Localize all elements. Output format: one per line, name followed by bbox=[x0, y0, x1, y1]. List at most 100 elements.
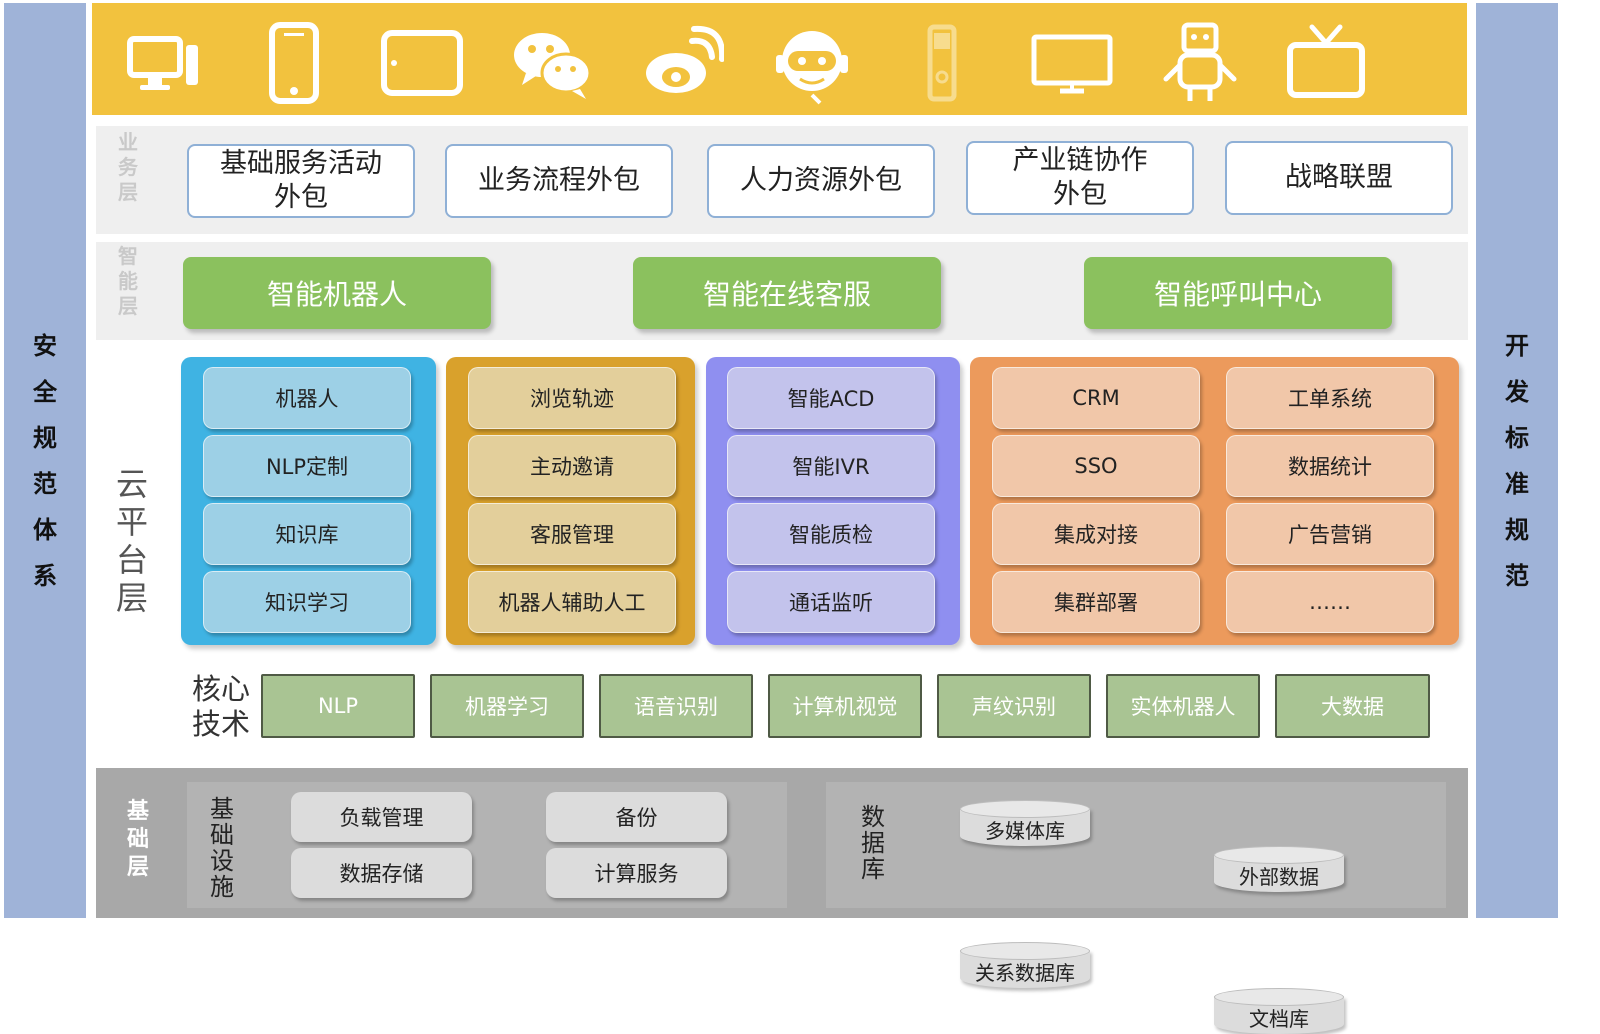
core-tech-label-line: 技术 bbox=[192, 707, 251, 741]
capability-item[interactable]: 智能质检 bbox=[727, 503, 935, 565]
smart-layer-char: 智 bbox=[118, 244, 138, 268]
infrastructure-char: 础 bbox=[210, 821, 234, 849]
infrastructure-char: 施 bbox=[210, 873, 234, 901]
infrastructure-item[interactable]: 数据存储 bbox=[291, 848, 472, 898]
cloud-layer-char: 平 bbox=[115, 503, 148, 541]
database-item-label: 文档库 bbox=[1249, 1006, 1309, 1031]
development-standards-char: 开 bbox=[1505, 331, 1529, 360]
desktop-computer-icon bbox=[122, 21, 206, 105]
base-layer-char: 层 bbox=[126, 855, 149, 880]
business-item[interactable]: 基础服务活动 外包 bbox=[187, 144, 415, 218]
weibo-icon bbox=[640, 21, 726, 105]
database-char: 数 bbox=[861, 803, 885, 831]
robot-capability-panel: 机器人 NLP定制 知识库 知识学习 bbox=[181, 357, 436, 645]
core-tech-item[interactable]: 大数据 bbox=[1275, 674, 1430, 738]
security-standards-char: 全 bbox=[33, 377, 57, 406]
business-item[interactable]: 业务流程外包 bbox=[445, 144, 673, 218]
business-item[interactable]: 产业链协作 外包 bbox=[966, 141, 1194, 215]
capability-item[interactable]: NLP定制 bbox=[203, 435, 411, 497]
tv-monitor-icon bbox=[1030, 21, 1114, 105]
capability-item[interactable]: 工单系统 bbox=[1226, 367, 1434, 429]
infrastructure-label: 基 础 设 施 bbox=[205, 796, 239, 900]
development-standards-char: 准 bbox=[1505, 469, 1529, 498]
capability-item[interactable]: 广告营销 bbox=[1226, 503, 1434, 565]
mobile-phone-icon bbox=[252, 21, 336, 105]
development-standards-char: 标 bbox=[1505, 423, 1529, 452]
core-tech-label-line: 核心 bbox=[192, 672, 251, 706]
development-standards-label: 开 发 标 准 规 范 bbox=[1505, 323, 1529, 599]
wechat-icon bbox=[510, 21, 594, 105]
database-cylinder[interactable]: 多媒体库 bbox=[960, 800, 1090, 846]
robot-icon bbox=[1158, 21, 1242, 105]
business-layer-char: 层 bbox=[118, 180, 138, 204]
smart-robot-box[interactable]: 智能机器人 bbox=[183, 257, 491, 329]
security-standards-char: 安 bbox=[33, 331, 57, 360]
capability-item[interactable]: 主动邀请 bbox=[468, 435, 676, 497]
capability-item[interactable]: 数据统计 bbox=[1226, 435, 1434, 497]
database-group bbox=[826, 782, 1446, 908]
smart-call-center-box[interactable]: 智能呼叫中心 bbox=[1084, 257, 1392, 329]
development-standards-char: 范 bbox=[1505, 561, 1529, 590]
database-item-label: 关系数据库 bbox=[975, 960, 1075, 985]
core-tech-item[interactable]: 实体机器人 bbox=[1106, 674, 1260, 738]
security-standards-bar: 安 全 规 范 体 系 bbox=[4, 3, 86, 918]
capability-item[interactable]: 通话监听 bbox=[727, 571, 935, 633]
base-layer-label: 基 础 层 bbox=[120, 798, 156, 888]
core-tech-item[interactable]: 语音识别 bbox=[599, 674, 753, 738]
platform-services-panel: CRM 工单系统 SSO 数据统计 集成对接 广告营销 集群部署 …… bbox=[970, 357, 1459, 645]
development-standards-char: 规 bbox=[1505, 515, 1529, 544]
database-label: 数 据 库 bbox=[856, 804, 890, 888]
tablet-icon bbox=[380, 21, 464, 105]
call-center-capability-panel: 智能ACD 智能IVR 智能质检 通话监听 bbox=[706, 357, 960, 645]
capability-item[interactable]: 知识库 bbox=[203, 503, 411, 565]
business-item[interactable]: 人力资源外包 bbox=[707, 144, 935, 218]
database-item-label: 多媒体库 bbox=[985, 818, 1065, 843]
smart-layer-label: 智 能 层 bbox=[110, 244, 146, 334]
feature-phone-icon bbox=[900, 21, 984, 105]
capability-item[interactable]: 智能ACD bbox=[727, 367, 935, 429]
security-standards-char: 体 bbox=[33, 515, 57, 544]
base-layer-char: 基 bbox=[126, 799, 149, 824]
infrastructure-item[interactable]: 备份 bbox=[546, 792, 727, 842]
infrastructure-item[interactable]: 负载管理 bbox=[291, 792, 472, 842]
smart-layer-char: 层 bbox=[118, 294, 138, 318]
capability-item[interactable]: 机器人 bbox=[203, 367, 411, 429]
capability-item[interactable]: CRM bbox=[992, 367, 1200, 429]
security-standards-char: 系 bbox=[33, 561, 57, 590]
core-tech-label: 核心 技术 bbox=[192, 672, 256, 744]
capability-item[interactable]: 知识学习 bbox=[203, 571, 411, 633]
capability-item[interactable]: …… bbox=[1226, 571, 1434, 633]
development-standards-bar: 开 发 标 准 规 范 bbox=[1476, 3, 1558, 918]
core-tech-item[interactable]: 声纹识别 bbox=[937, 674, 1091, 738]
core-tech-item[interactable]: 机器学习 bbox=[430, 674, 584, 738]
smart-online-service-box[interactable]: 智能在线客服 bbox=[633, 257, 941, 329]
business-item[interactable]: 战略联盟 bbox=[1225, 141, 1453, 215]
business-layer-char: 务 bbox=[118, 155, 138, 179]
capability-item[interactable]: 机器人辅助人工 bbox=[468, 571, 676, 633]
security-standards-char: 范 bbox=[33, 469, 57, 498]
cloud-layer-char: 台 bbox=[115, 541, 148, 579]
capability-item[interactable]: 集成对接 bbox=[992, 503, 1200, 565]
capability-item[interactable]: 集群部署 bbox=[992, 571, 1200, 633]
cloud-layer-char: 层 bbox=[115, 579, 148, 617]
security-standards-label: 安 全 规 范 体 系 bbox=[33, 323, 57, 599]
core-tech-item[interactable]: 计算机视觉 bbox=[768, 674, 922, 738]
capability-item[interactable]: SSO bbox=[992, 435, 1200, 497]
capability-item[interactable]: 智能IVR bbox=[727, 435, 935, 497]
television-icon bbox=[1284, 21, 1368, 105]
capability-item[interactable]: 浏览轨迹 bbox=[468, 367, 676, 429]
database-cylinder[interactable]: 文档库 bbox=[1214, 988, 1344, 1034]
channel-icons-band bbox=[92, 3, 1467, 115]
database-cylinder[interactable]: 外部数据 bbox=[1214, 846, 1344, 892]
capability-item[interactable]: 客服管理 bbox=[468, 503, 676, 565]
database-item-label: 外部数据 bbox=[1239, 864, 1319, 889]
infrastructure-char: 基 bbox=[210, 795, 234, 823]
infrastructure-item[interactable]: 计算服务 bbox=[546, 848, 727, 898]
cloud-layer-char: 云 bbox=[115, 465, 148, 503]
cloud-platform-layer-label: 云 平 台 层 bbox=[110, 465, 154, 625]
core-tech-item[interactable]: NLP bbox=[261, 674, 415, 738]
database-cylinder[interactable]: 关系数据库 bbox=[960, 942, 1090, 988]
business-layer-char: 业 bbox=[118, 130, 138, 154]
database-char: 据 bbox=[861, 829, 885, 857]
infrastructure-char: 设 bbox=[210, 847, 234, 875]
